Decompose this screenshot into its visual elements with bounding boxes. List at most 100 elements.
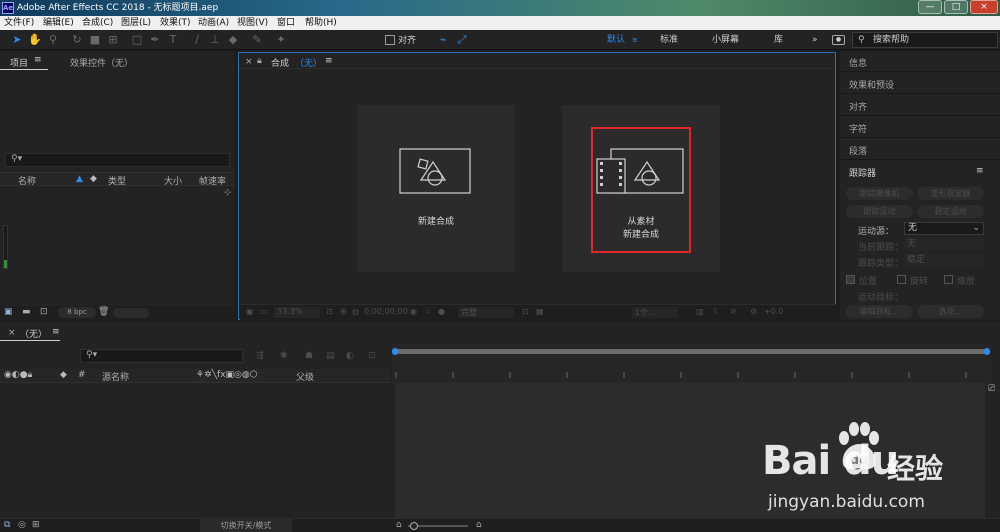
- transfer-controls-icon[interactable]: ◎: [18, 520, 26, 530]
- project-search-input[interactable]: ⚲▾: [5, 153, 230, 167]
- time-zoom-thumb[interactable]: [410, 522, 418, 530]
- in-out-toggle-icon[interactable]: ⊞: [32, 520, 40, 530]
- character-panel-tab[interactable]: 字符: [849, 122, 867, 135]
- comp-panel-menu-icon[interactable]: ≡: [325, 56, 333, 66]
- menu-view[interactable]: 视图(V): [237, 16, 268, 30]
- timeline-tab-label[interactable]: （无）: [20, 327, 47, 340]
- fit-icon[interactable]: ⊡: [326, 307, 333, 316]
- monitor-icon[interactable]: ▭: [260, 307, 268, 316]
- clone-stamp-tool-icon[interactable]: ⊥: [208, 33, 222, 47]
- rectangle-tool-icon[interactable]: □: [130, 33, 144, 47]
- rotation-checkbox[interactable]: [897, 275, 906, 284]
- new-folder-icon[interactable]: ▬: [22, 307, 31, 317]
- project-panel-menu-icon[interactable]: ≡: [34, 55, 42, 65]
- close-tab-icon[interactable]: ×: [8, 328, 16, 338]
- thumbnail-slider[interactable]: [113, 308, 149, 318]
- column-source-name[interactable]: 源名称: [102, 370, 129, 383]
- new-composition-icon[interactable]: ⊡: [40, 307, 48, 317]
- column-size[interactable]: 大小: [164, 174, 182, 187]
- region-icon[interactable]: ⊡: [522, 307, 529, 316]
- show-snapshot-icon[interactable]: ♧: [424, 307, 431, 316]
- sort-ascending-icon[interactable]: ▲: [76, 174, 83, 184]
- effects-presets-panel-tab[interactable]: 效果和预设: [849, 78, 894, 91]
- workspace-default[interactable]: 默认: [607, 33, 625, 47]
- track-camera-button[interactable]: 跟踪摄像机: [846, 187, 913, 200]
- toggle-switches-modes-button[interactable]: 切换开关/模式: [200, 519, 292, 532]
- time-zoom-slider[interactable]: [408, 522, 468, 530]
- info-panel-tab[interactable]: 信息: [849, 56, 867, 69]
- motion-blur-icon[interactable]: ◐: [346, 351, 354, 361]
- column-frame-rate[interactable]: 帧速率: [199, 174, 226, 187]
- menu-file[interactable]: 文件(F): [4, 16, 34, 30]
- sync-settings-icon[interactable]: ●: [832, 35, 845, 45]
- scale-checkbox[interactable]: [944, 275, 953, 284]
- new-composition-card[interactable]: 新建合成: [357, 105, 515, 272]
- export-frame-icon[interactable]: ⇪: [712, 307, 719, 316]
- work-area-end-handle[interactable]: [984, 348, 990, 355]
- workspace-menu-icon[interactable]: ≡: [632, 36, 638, 44]
- menu-window[interactable]: 窗口: [277, 16, 295, 30]
- frame-blending-icon[interactable]: ▤: [326, 351, 335, 361]
- align-panel-tab[interactable]: 对齐: [849, 100, 867, 113]
- tracker-panel-title[interactable]: 跟踪器: [849, 166, 876, 179]
- tab-project[interactable]: 项目: [10, 56, 28, 69]
- view-layout-dropdown[interactable]: 1个...: [632, 307, 678, 318]
- zoom-tool-icon[interactable]: ⚲: [46, 33, 60, 47]
- camera-tool-icon[interactable]: ■: [88, 33, 102, 47]
- pan-behind-tool-icon[interactable]: ⊞: [106, 33, 120, 47]
- snap-checkbox[interactable]: [385, 35, 395, 45]
- lock-icon[interactable]: 🔒︎: [257, 56, 262, 66]
- exposure-icon[interactable]: ⚙: [750, 307, 757, 316]
- brush-tool-icon[interactable]: /: [190, 33, 204, 47]
- workspace-library[interactable]: 库: [774, 33, 783, 47]
- track-motion-button[interactable]: 跟踪运动: [846, 205, 913, 218]
- workspace-standard[interactable]: 标准: [660, 33, 678, 47]
- menu-effect[interactable]: 效果(T): [160, 16, 191, 30]
- comp-button-icon[interactable]: ⎚: [988, 384, 995, 394]
- comp-mini-flowchart-icon[interactable]: ⇶: [256, 351, 264, 361]
- pen-tool-icon[interactable]: ✒: [148, 33, 162, 47]
- maximize-button[interactable]: □: [944, 0, 968, 14]
- warp-stabilizer-button[interactable]: 变形稳定器: [917, 187, 984, 200]
- rotate-tool-icon[interactable]: ↻: [70, 33, 84, 47]
- position-checkbox[interactable]: [846, 275, 855, 284]
- current-track-dropdown[interactable]: 无: [904, 238, 984, 251]
- column-name[interactable]: 名称: [18, 174, 36, 187]
- graph-editor-icon[interactable]: ⊡: [368, 351, 376, 361]
- workspace-more[interactable]: »: [812, 33, 818, 47]
- snap-feather-icon[interactable]: ⌁: [436, 33, 450, 47]
- close-tab-icon[interactable]: ×: [245, 57, 253, 67]
- eraser-tool-icon[interactable]: ◆: [226, 33, 240, 47]
- zoom-dropdown[interactable]: 33.3%: [274, 307, 320, 318]
- preview-icon[interactable]: ▣: [246, 307, 254, 316]
- zoom-in-icon[interactable]: ⌂: [476, 520, 482, 530]
- menu-composition[interactable]: 合成(C): [82, 16, 113, 30]
- exposure-value[interactable]: +0.0: [764, 307, 783, 316]
- help-search-input[interactable]: ⚲ 搜索帮助: [852, 32, 998, 48]
- draft-3d-icon[interactable]: ✱: [280, 351, 288, 361]
- menu-edit[interactable]: 编辑(E): [43, 16, 74, 30]
- stabilize-motion-button[interactable]: 稳定运动: [917, 205, 984, 218]
- paragraph-panel-tab[interactable]: 段落: [849, 144, 867, 157]
- puppet-tool-icon[interactable]: ✦: [274, 33, 288, 47]
- timeline-menu-icon[interactable]: ≡: [52, 327, 60, 337]
- flowchart-icon[interactable]: ⊹: [224, 188, 232, 198]
- fast-preview-icon[interactable]: ⚟: [730, 307, 737, 316]
- color-channel-icon[interactable]: ●: [438, 307, 445, 316]
- timeline-search-input[interactable]: ⚲▾: [80, 349, 243, 363]
- motion-source-dropdown[interactable]: 无 ⌄: [904, 222, 984, 235]
- close-button[interactable]: ×: [970, 0, 998, 14]
- bpc-button[interactable]: 8 bpc: [58, 307, 96, 318]
- hand-tool-icon[interactable]: ✋: [28, 33, 42, 47]
- shy-layers-icon[interactable]: ☗: [305, 351, 313, 361]
- time-ruler[interactable]: [392, 344, 992, 384]
- layer-switches-toggle-icon[interactable]: ⧉: [4, 520, 10, 530]
- trash-icon[interactable]: 🗑: [98, 307, 109, 317]
- transparency-grid-icon[interactable]: ▦: [536, 307, 544, 316]
- menu-animation[interactable]: 动画(A): [198, 16, 229, 30]
- edit-target-button[interactable]: 编辑目标...: [846, 305, 913, 318]
- mask-icon[interactable]: ◍: [352, 307, 359, 316]
- minimize-button[interactable]: —: [918, 0, 942, 14]
- roto-brush-tool-icon[interactable]: ✎: [250, 33, 264, 47]
- menu-layer[interactable]: 图层(L): [121, 16, 151, 30]
